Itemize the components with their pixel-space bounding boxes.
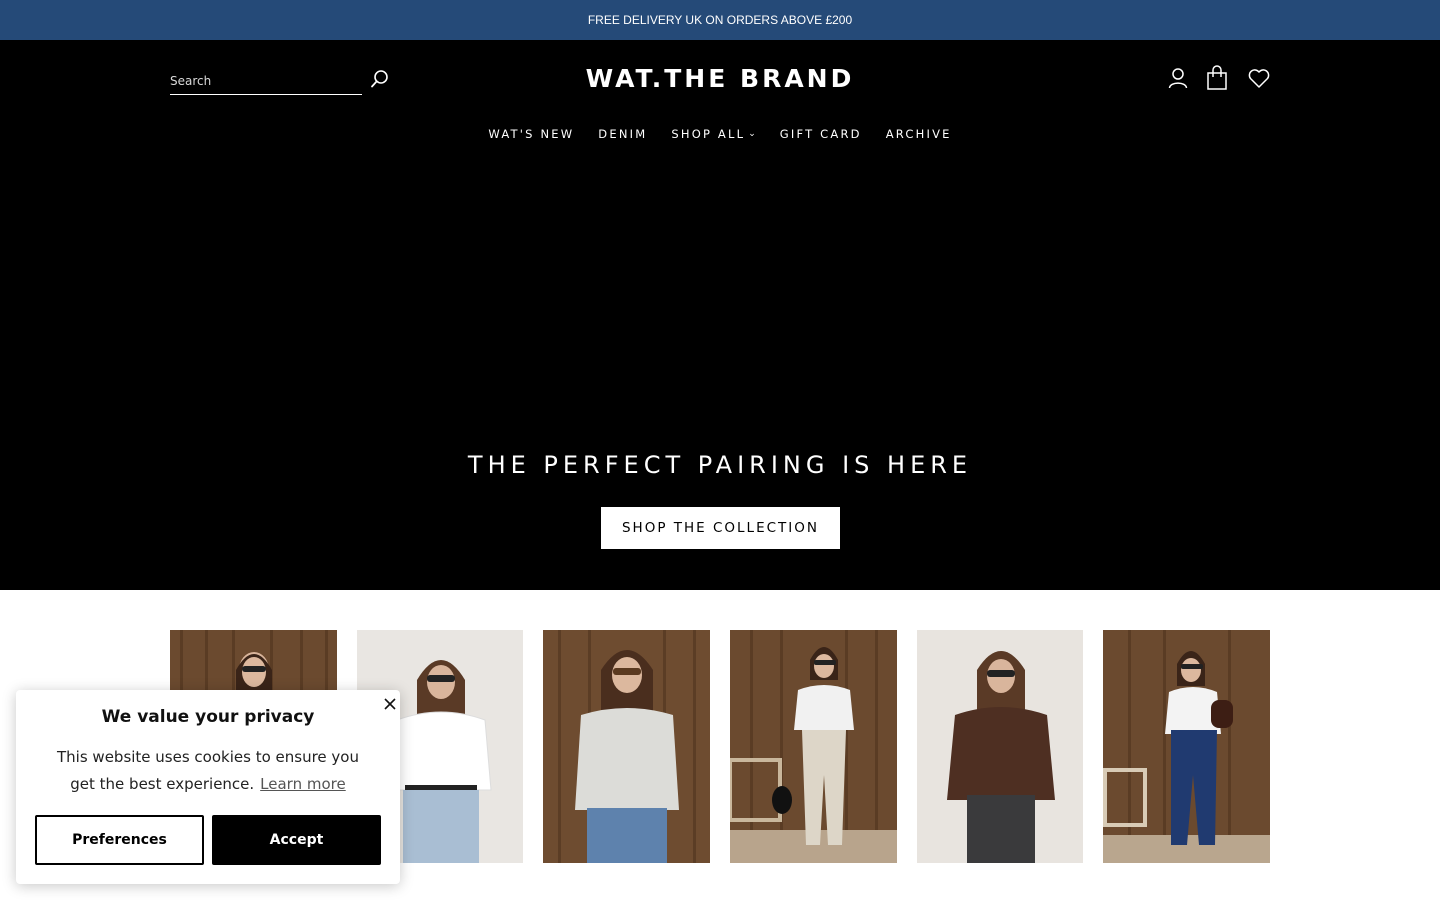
model-photo (543, 630, 711, 863)
nav-item-denim[interactable]: DENIM (598, 126, 647, 142)
gallery-image[interactable] (916, 630, 1084, 863)
nav-label: GIFT CARD (779, 127, 862, 141)
nav-label: WAT'S NEW (488, 127, 575, 141)
cookie-message: This website uses cookies to ensure you … (46, 744, 370, 798)
search-input[interactable] (170, 68, 362, 94)
hero-title: THE PERFECT PAIRING IS HERE (467, 451, 973, 479)
accept-button[interactable]: Accept (212, 815, 381, 865)
preferences-button[interactable]: Preferences (35, 815, 204, 865)
gallery-image[interactable] (730, 630, 897, 863)
gallery-image[interactable] (1103, 630, 1271, 863)
gallery-image[interactable] (543, 630, 711, 863)
model-photo (916, 630, 1084, 863)
announcement-bar: FREE DELIVERY UK ON ORDERS ABOVE £200 (0, 0, 1440, 40)
chevron-down-icon: ⌄ (748, 129, 756, 139)
nav-label: SHOP ALL (671, 127, 746, 141)
announcement-text: FREE DELIVERY UK ON ORDERS ABOVE £200 (587, 13, 853, 27)
nav-label: DENIM (598, 127, 648, 141)
cookie-consent-banner: We value your privacy This website uses … (16, 690, 400, 884)
search-icon[interactable] (370, 69, 390, 89)
account-icon[interactable] (1166, 66, 1190, 90)
main-navigation: WAT'S NEW DENIM SHOP ALL ⌄ GIFT CARD ARCH… (480, 126, 960, 142)
model-photo (730, 630, 897, 863)
nav-item-archive[interactable]: ARCHIVE (886, 126, 952, 142)
cookie-title: We value your privacy (101, 707, 315, 727)
model-photo (1103, 630, 1271, 863)
brand-logo[interactable]: WAT.THE BRAND (560, 64, 880, 93)
nav-item-whats-new[interactable]: WAT'S NEW (488, 126, 574, 142)
nav-item-shop-all[interactable]: SHOP ALL ⌄ (671, 126, 755, 142)
wishlist-heart-icon[interactable] (1247, 66, 1271, 90)
nav-label: ARCHIVE (885, 127, 952, 141)
site-header: WAT.THE BRAND WAT'S NEW DENIM SHOP ALL⌄ … (0, 40, 1440, 590)
search-field[interactable] (170, 68, 362, 95)
shopping-bag-icon[interactable] (1206, 65, 1228, 91)
nav-item-gift-card[interactable]: GIFT CARD (780, 126, 862, 142)
shop-collection-button[interactable]: SHOP THE COLLECTION (601, 507, 840, 549)
learn-more-link[interactable]: Learn more (260, 775, 346, 793)
